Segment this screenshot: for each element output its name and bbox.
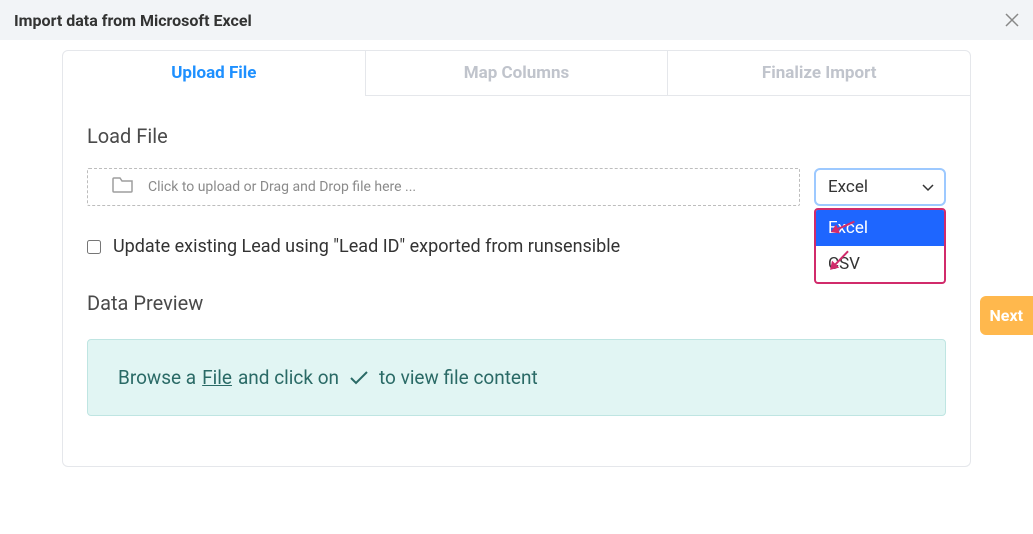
info-text-suffix: to view file content: [379, 366, 538, 389]
info-text-middle: and click on: [238, 366, 339, 389]
file-type-option-excel[interactable]: Excel: [816, 210, 944, 246]
data-preview-heading: Data Preview: [87, 291, 946, 315]
tab-bar: Upload File Map Columns Finalize Import: [62, 50, 971, 96]
update-existing-checkbox[interactable]: [87, 240, 101, 254]
dropzone-text: Click to upload or Drag and Drop file he…: [148, 179, 416, 195]
info-file-word: File: [202, 366, 232, 389]
tab-upload-file[interactable]: Upload File: [62, 50, 366, 96]
close-icon[interactable]: [1005, 10, 1019, 30]
info-text-prefix: Browse a: [118, 366, 196, 389]
file-type-dropdown: Excel CSV: [814, 208, 946, 284]
file-type-selected-value: Excel: [828, 177, 868, 197]
file-type-select-wrap: Excel Excel CSV: [814, 168, 946, 206]
update-existing-label: Update existing Lead using "Lead ID" exp…: [113, 236, 620, 257]
tab-finalize-import[interactable]: Finalize Import: [668, 50, 971, 96]
upload-panel: Load File Click to upload or Drag and Dr…: [62, 96, 971, 467]
folder-icon: [112, 176, 134, 198]
load-file-heading: Load File: [87, 124, 946, 148]
file-type-option-csv[interactable]: CSV: [816, 246, 944, 282]
chevron-down-icon: [922, 177, 934, 197]
next-button[interactable]: Next: [980, 296, 1033, 335]
file-dropzone[interactable]: Click to upload or Drag and Drop file he…: [87, 168, 800, 206]
check-icon: [349, 370, 369, 386]
preview-info-box: Browse a File and click on to view file …: [87, 339, 946, 416]
modal-title: Import data from Microsoft Excel: [14, 11, 252, 30]
file-type-select[interactable]: Excel: [814, 168, 946, 206]
tab-map-columns[interactable]: Map Columns: [366, 50, 669, 96]
